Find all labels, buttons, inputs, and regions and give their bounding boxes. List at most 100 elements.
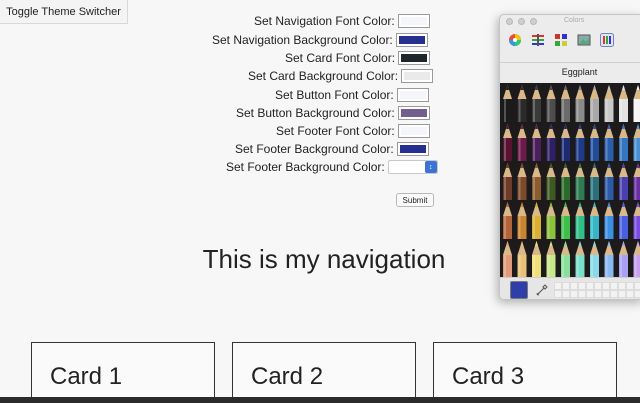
crayon-pencil[interactable] <box>633 163 640 200</box>
minimize-icon[interactable] <box>518 18 525 25</box>
crayon-pencil[interactable] <box>546 241 556 278</box>
crayon-pencil[interactable] <box>604 202 614 239</box>
saved-color-well[interactable] <box>594 282 602 290</box>
card-background-color-picker[interactable] <box>401 69 434 83</box>
color-wheel-icon[interactable] <box>508 33 522 47</box>
submit-button[interactable]: Submit <box>396 193 434 207</box>
crayon-pencil[interactable] <box>590 241 599 278</box>
crayons-icon[interactable] <box>600 33 614 47</box>
eyedropper-icon[interactable] <box>536 284 548 296</box>
saved-color-well[interactable] <box>570 290 578 298</box>
crayon-pencil[interactable] <box>604 241 614 278</box>
crayon-pencil[interactable] <box>503 163 512 200</box>
image-palettes-icon[interactable] <box>577 33 591 47</box>
crayon-pencil[interactable] <box>575 202 585 239</box>
crayon-pencil[interactable] <box>575 241 585 278</box>
nav-background-color-picker[interactable] <box>395 33 428 47</box>
crayon-pencil[interactable] <box>561 241 570 278</box>
crayon-pencil[interactable] <box>619 85 628 122</box>
panel-titlebar[interactable]: Colors <box>500 15 640 29</box>
crayon-pencil[interactable] <box>561 85 570 122</box>
card: Card 2 <box>232 342 416 400</box>
crayon-pencil[interactable] <box>503 202 512 239</box>
zoom-icon[interactable] <box>530 18 537 25</box>
crayon-pencil[interactable] <box>633 241 640 278</box>
crayon-pencil[interactable] <box>590 85 599 122</box>
footer-font-color-picker[interactable] <box>397 124 430 138</box>
crayon-pencil[interactable] <box>561 163 570 200</box>
crayon-pencil[interactable] <box>546 202 556 239</box>
bottom-strip <box>0 397 640 403</box>
saved-color-well[interactable] <box>578 282 586 290</box>
saved-color-well[interactable] <box>618 282 626 290</box>
saved-color-well[interactable] <box>562 282 570 290</box>
crayon-pencil[interactable] <box>546 124 556 161</box>
saved-color-well[interactable] <box>578 290 586 298</box>
footer-background-select[interactable]: ↕ <box>387 160 438 174</box>
crayon-pencil[interactable] <box>546 85 556 122</box>
saved-color-well[interactable] <box>610 282 618 290</box>
saved-color-well[interactable] <box>570 282 578 290</box>
saved-color-well[interactable] <box>594 290 602 298</box>
form-label: Set Card Background Color: <box>248 69 399 83</box>
crayon-pencil[interactable] <box>604 124 614 161</box>
saved-color-well[interactable] <box>554 282 562 290</box>
crayon-pencil[interactable] <box>532 163 541 200</box>
saved-color-well[interactable] <box>562 290 570 298</box>
button-font-color-picker[interactable] <box>396 88 429 102</box>
crayon-pencil[interactable] <box>619 202 628 239</box>
crayon-pencil[interactable] <box>532 241 541 278</box>
saved-color-well[interactable] <box>602 282 610 290</box>
chevron-updown-icon: ↕ <box>424 161 437 173</box>
crayon-pencil[interactable] <box>517 241 527 278</box>
current-color-well[interactable] <box>510 281 528 299</box>
crayon-pencil[interactable] <box>517 85 527 122</box>
close-icon[interactable] <box>506 18 513 25</box>
button-background-color-picker[interactable] <box>397 106 430 120</box>
crayon-pencil[interactable] <box>590 202 599 239</box>
crayon-pencil[interactable] <box>546 163 556 200</box>
crayon-pencil[interactable] <box>532 124 541 161</box>
crayon-pencil[interactable] <box>575 124 585 161</box>
color-palettes-icon[interactable] <box>554 33 568 47</box>
crayon-pencil[interactable] <box>503 124 512 161</box>
saved-color-well[interactable] <box>626 290 634 298</box>
crayon-pencil[interactable] <box>633 124 640 161</box>
crayon-pencil[interactable] <box>633 202 640 239</box>
crayon-pencil[interactable] <box>604 163 614 200</box>
footer-background-color-picker[interactable] <box>396 142 429 156</box>
crayon-pencil[interactable] <box>619 163 628 200</box>
crayon-pencil[interactable] <box>532 85 541 122</box>
saved-color-well[interactable] <box>634 282 640 290</box>
saved-color-well[interactable] <box>602 290 610 298</box>
crayon-pencil[interactable] <box>503 85 512 122</box>
saved-color-well[interactable] <box>626 282 634 290</box>
crayon-pencil[interactable] <box>517 124 527 161</box>
saved-color-well[interactable] <box>554 290 562 298</box>
crayon-pencil[interactable] <box>517 163 527 200</box>
pencil-grid[interactable] <box>500 83 640 279</box>
crayon-pencil[interactable] <box>604 85 614 122</box>
crayon-pencil[interactable] <box>619 124 628 161</box>
crayon-pencil[interactable] <box>517 202 527 239</box>
saved-color-well[interactable] <box>586 290 594 298</box>
crayon-pencil[interactable] <box>575 163 585 200</box>
crayon-pencil[interactable] <box>619 241 628 278</box>
saved-color-well[interactable] <box>586 282 594 290</box>
crayon-pencil[interactable] <box>633 85 640 122</box>
form-label: Set Footer Background Color: <box>235 142 394 156</box>
crayon-pencil[interactable] <box>590 163 599 200</box>
crayon-pencil[interactable] <box>575 85 585 122</box>
card-font-color-picker[interactable] <box>398 51 431 65</box>
saved-color-well[interactable] <box>610 290 618 298</box>
color-sliders-icon[interactable] <box>531 33 545 47</box>
crayon-pencil[interactable] <box>503 241 512 278</box>
crayon-pencil[interactable] <box>590 124 599 161</box>
crayon-pencil[interactable] <box>532 202 541 239</box>
crayon-pencil[interactable] <box>561 202 570 239</box>
saved-color-well[interactable] <box>618 290 626 298</box>
nav-font-color-picker[interactable] <box>397 14 430 28</box>
saved-color-well[interactable] <box>634 290 640 298</box>
saved-color-wells[interactable] <box>554 282 640 298</box>
crayon-pencil[interactable] <box>561 124 570 161</box>
